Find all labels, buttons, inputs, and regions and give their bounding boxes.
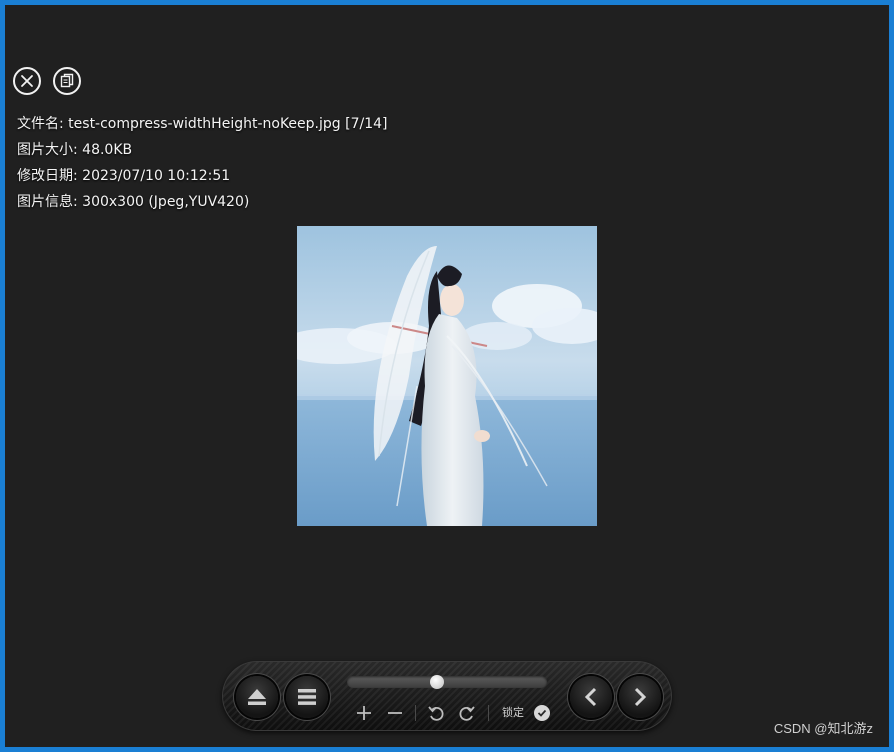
navigation-slider[interactable] (347, 675, 547, 689)
toolbar-divider (415, 705, 416, 721)
lock-label: 锁定 (502, 706, 524, 719)
lock-toggle[interactable] (534, 705, 550, 721)
copy-icon (60, 73, 74, 88)
rotate-right-button[interactable] (456, 702, 478, 724)
zoom-out-button[interactable] (384, 702, 406, 724)
rotate-left-button[interactable] (425, 702, 447, 724)
eject-button[interactable] (236, 676, 278, 718)
file-size-text: 图片大小: 48.0KB (17, 142, 133, 158)
zoom-in-button[interactable] (353, 702, 375, 724)
rotate-right-icon (459, 706, 475, 721)
menu-button[interactable] (286, 676, 328, 718)
checkmark-icon (537, 709, 547, 717)
filename-text: 文件名: test-compress-widthHeight-noKeep.jp… (17, 116, 388, 132)
zoom-out-icon (388, 712, 402, 714)
copy-button[interactable] (53, 67, 81, 95)
watermark-text: CSDN @知北游z (773, 721, 873, 736)
image-info-text: 图片信息: 300x300 (Jpeg,YUV420) (17, 194, 250, 210)
next-icon (634, 687, 647, 707)
previous-button[interactable] (570, 676, 612, 718)
menu-icon (298, 689, 316, 705)
photo-woman-with-parasol (297, 226, 597, 526)
viewer-toolbar: 锁定 (222, 661, 672, 731)
close-button[interactable] (13, 67, 41, 95)
photo-display (297, 226, 597, 526)
prev-icon (584, 687, 597, 707)
slider-knob[interactable] (430, 675, 444, 689)
file-info-panel: 文件名: test-compress-widthHeight-noKeep.jp… (17, 111, 387, 215)
eject-icon (248, 689, 266, 705)
toolbar-divider (488, 705, 489, 721)
rotate-left-icon (428, 706, 444, 721)
zoom-in-icon (357, 706, 371, 720)
close-icon (21, 75, 33, 87)
next-button[interactable] (619, 676, 661, 718)
image-viewer-window: 文件名: test-compress-widthHeight-noKeep.jp… (0, 0, 894, 752)
modified-date-text: 修改日期: 2023/07/10 10:12:51 (17, 168, 231, 184)
